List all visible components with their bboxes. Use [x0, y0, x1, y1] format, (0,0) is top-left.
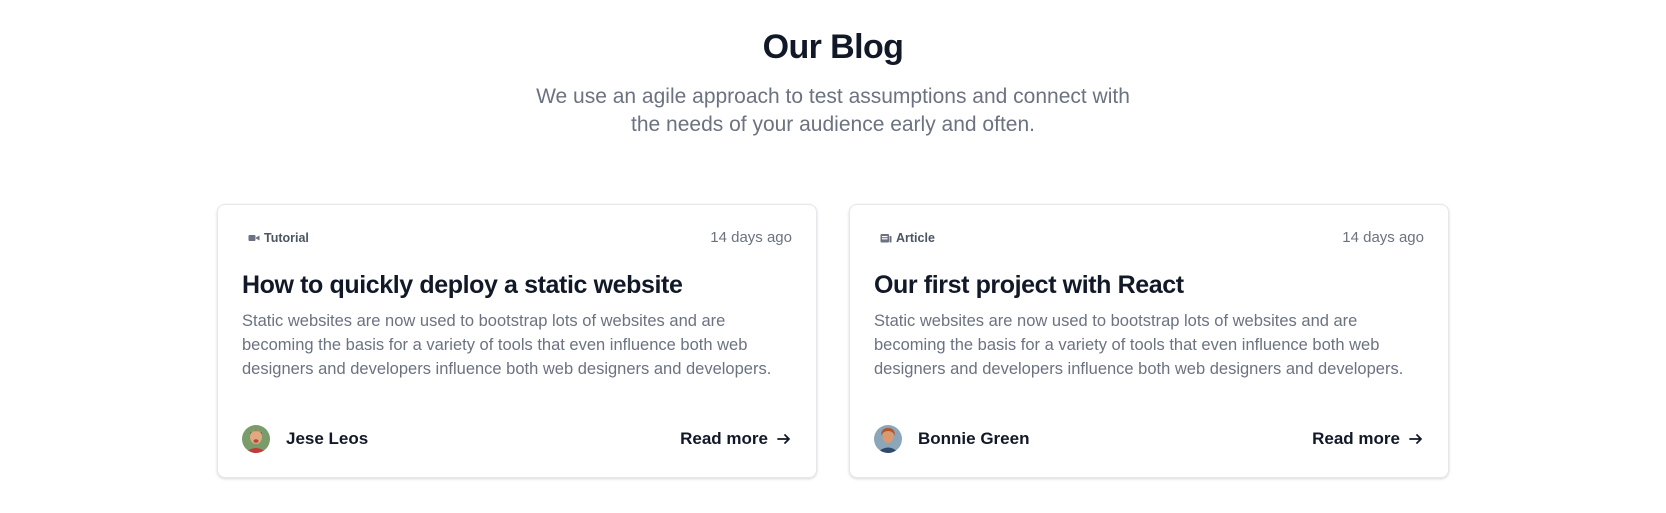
blog-card: Tutorial 14 days ago How to quickly depl…	[217, 204, 817, 478]
arrow-right-icon	[776, 431, 792, 447]
author-name[interactable]: Bonnie Green	[918, 429, 1029, 449]
section-title: Our Blog	[762, 28, 904, 66]
post-excerpt: Static websites are now used to bootstra…	[242, 312, 772, 378]
section-subtitle: We use an agile approach to test assumpt…	[508, 83, 1158, 139]
arrow-right-icon	[1408, 431, 1424, 447]
category-badge: Tutorial	[242, 228, 317, 248]
post-author: Jese Leos	[242, 425, 368, 453]
avatar-icon	[874, 425, 902, 453]
category-badge-label: Article	[896, 231, 935, 245]
post-title[interactable]: Our first project with React	[874, 269, 1184, 301]
section-subtitle-line-1: We use an agile approach to test assumpt…	[536, 85, 1130, 108]
video-icon	[248, 232, 260, 244]
post-title[interactable]: How to quickly deploy a static website	[242, 269, 683, 301]
avatar-icon	[242, 425, 270, 453]
post-date: 14 days ago	[710, 229, 792, 246]
post-date: 14 days ago	[1342, 229, 1424, 246]
read-more-label: Read more	[680, 429, 768, 448]
blog-section: Our Blog We use an agile approach to tes…	[0, 0, 1666, 513]
post-excerpt: Static websites are now used to bootstra…	[874, 312, 1404, 378]
category-badge: Article	[874, 228, 943, 248]
read-more-label: Read more	[1312, 429, 1400, 448]
newspaper-icon	[880, 232, 892, 244]
blog-card-list: Tutorial 14 days ago How to quickly depl…	[217, 204, 1449, 478]
author-name[interactable]: Jese Leos	[286, 429, 368, 449]
blog-card: Article 14 days ago Our first project wi…	[849, 204, 1449, 478]
section-subtitle-line-2: the needs of your audience early and oft…	[631, 113, 1035, 136]
category-badge-label: Tutorial	[264, 231, 309, 245]
post-author: Bonnie Green	[874, 425, 1029, 453]
read-more-link[interactable]: Read more	[680, 429, 792, 449]
read-more-link[interactable]: Read more	[1312, 429, 1424, 449]
